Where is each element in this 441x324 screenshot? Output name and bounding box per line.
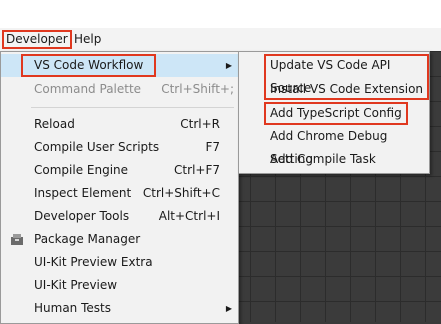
menu-item-label: Install VS Code Extension [270, 82, 424, 96]
menu-item-label: Compile User Scripts [34, 140, 160, 154]
menu-help[interactable]: Help [70, 30, 105, 49]
menu-item-compile-user-scripts[interactable]: Compile User Scripts F7 [1, 136, 238, 159]
menu-item-shortcut: F7 [205, 140, 220, 154]
menu-item-package-manager[interactable]: Package Manager [1, 228, 238, 251]
package-icon [11, 234, 23, 245]
menu-separator [31, 107, 234, 108]
menu-item-developer-tools[interactable]: Developer Tools Alt+Ctrl+I [1, 205, 238, 228]
menu-item-command-palette: Command Palette Ctrl+Shift+; [1, 78, 238, 101]
menu-item-label: Reload [34, 117, 75, 131]
menu-item-label: Command Palette [34, 82, 142, 96]
vs-code-workflow-submenu: Update VS Code API Source Install VS Cod… [238, 51, 430, 174]
chevron-right-icon: ▶ [225, 61, 232, 70]
menu-item-inspect-element[interactable]: Inspect Element Ctrl+Shift+C [1, 182, 238, 205]
menu-item-label: UI-Kit Preview [34, 278, 118, 292]
menu-item-label: VS Code Workflow [21, 54, 157, 77]
menu-item-label: Compile Engine [34, 163, 129, 177]
menu-item-reload[interactable]: Reload Ctrl+R [1, 113, 238, 136]
menu-item-shortcut: Ctrl+Shift+; [161, 82, 234, 96]
menu-item-label: Add TypeScript Config [264, 102, 408, 125]
menu-item-shortcut: Ctrl+F7 [174, 163, 220, 177]
menu-item-install-vs-code-extension[interactable]: Install VS Code Extension [239, 78, 429, 101]
title-strip [0, 0, 441, 28]
menu-item-shortcut: Ctrl+Shift+C [142, 186, 220, 200]
menu-item-label: Human Tests [34, 301, 111, 315]
menu-item-add-typescript-config[interactable]: Add TypeScript Config [239, 102, 429, 125]
menu-item-compile-engine[interactable]: Compile Engine Ctrl+F7 [1, 159, 238, 182]
menu-developer[interactable]: Developer [2, 30, 72, 49]
menu-item-shortcut: Alt+Ctrl+I [158, 209, 220, 223]
menu-item-add-chrome-debug-setting[interactable]: Add Chrome Debug Setting [239, 125, 429, 166]
menu-item-add-compile-task[interactable]: Add Compile Task [239, 148, 429, 171]
chevron-right-icon: ▶ [225, 304, 232, 313]
developer-menu: VS Code Workflow ▶ Command Palette Ctrl+… [0, 51, 239, 324]
menu-item-vs-code-workflow[interactable]: VS Code Workflow ▶ [1, 54, 238, 77]
menu-item-label: Add Compile Task [270, 152, 376, 166]
menu-item-label: Developer Tools [34, 209, 130, 223]
menu-item-shortcut: Ctrl+R [180, 117, 220, 131]
menu-item-label: Inspect Element [34, 186, 132, 200]
menu-item-label: Package Manager [34, 232, 141, 246]
menu-item-update-vs-code-api-source[interactable]: Update VS Code API Source [239, 54, 429, 100]
menu-item-label: UI-Kit Preview Extra [34, 255, 153, 269]
menu-bar: Developer Help [0, 28, 441, 52]
menu-item-human-tests[interactable]: Human Tests ▶ [1, 297, 238, 320]
menu-item-ui-kit-preview-extra[interactable]: UI-Kit Preview Extra [1, 251, 238, 274]
menu-item-ui-kit-preview[interactable]: UI-Kit Preview [1, 274, 238, 297]
